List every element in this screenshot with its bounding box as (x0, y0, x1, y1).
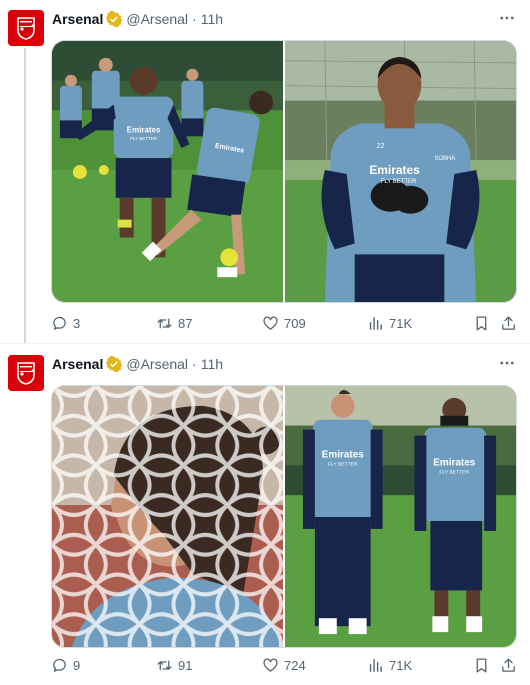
reply-button[interactable]: 3 (51, 313, 80, 333)
reply-icon (53, 658, 66, 672)
media-grid: Emirates FLY BETTER Emirates FLY BETTER (51, 385, 517, 648)
bookmark-icon (476, 657, 487, 673)
verified-badge-icon (106, 356, 123, 372)
verified-badge-icon (106, 11, 123, 27)
action-bar: 9 91 724 71K (51, 655, 521, 675)
bookmark-icon (476, 315, 487, 331)
reply-button[interactable]: 9 (51, 655, 80, 675)
svg-text:FLY BETTER: FLY BETTER (439, 469, 469, 475)
jersey-sponsor: Emirates (127, 125, 161, 134)
like-count: 724 (284, 657, 306, 673)
bookmark-button[interactable] (473, 655, 490, 675)
views-icon (369, 316, 382, 330)
jersey-sponsor: Emirates (369, 163, 420, 177)
photo-two-players[interactable]: Emirates FLY BETTER Emirates FLY BETTER (283, 386, 516, 647)
action-bar: 3 87 709 71K (51, 313, 521, 333)
views-icon (369, 658, 382, 672)
avatar[interactable] (8, 355, 44, 391)
tweet[interactable]: Arsenal @Arsenal · 11h Emirates FLY BETT… (0, 345, 530, 685)
avatar[interactable] (8, 10, 44, 46)
author-handle[interactable]: @Arsenal (126, 356, 188, 372)
more-icon[interactable] (498, 354, 516, 372)
repost-button[interactable]: 91 (156, 655, 192, 675)
sleeve-sponsor: SOBHA (434, 156, 455, 162)
view-count: 71K (389, 657, 413, 673)
author-name[interactable]: Arsenal (52, 356, 103, 372)
share-icon (502, 315, 515, 330)
timestamp[interactable]: 11h (201, 11, 223, 27)
repost-button[interactable]: 87 (156, 313, 192, 333)
tweet-header: Arsenal @Arsenal · 11h (52, 9, 223, 29)
timestamp[interactable]: 11h (201, 356, 223, 372)
photo-training-group[interactable]: Emirates FLY BETTER Emirates (52, 41, 283, 302)
separator-dot: · (192, 356, 197, 372)
like-count: 709 (284, 315, 306, 331)
reply-count: 9 (73, 657, 81, 673)
more-icon[interactable] (498, 9, 516, 27)
views-button[interactable]: 71K (367, 313, 412, 333)
photo-player-behind-net[interactable] (52, 386, 283, 647)
author-name[interactable]: Arsenal (52, 11, 103, 27)
bookmark-button[interactable] (473, 313, 490, 333)
separator-dot: · (192, 11, 197, 27)
arsenal-crest-icon (8, 10, 44, 46)
photo-player-portrait[interactable]: Emirates FLY BETTER 22 SOBHA (283, 41, 516, 302)
author-handle[interactable]: @Arsenal (126, 11, 188, 27)
view-count: 71K (389, 315, 413, 331)
reply-icon (53, 316, 66, 330)
like-button[interactable]: 709 (262, 313, 306, 333)
retweet-icon (157, 318, 172, 328)
arsenal-crest-icon (8, 355, 44, 391)
jersey-sponsor-sub: FLY BETTER (381, 179, 417, 185)
svg-text:Emirates: Emirates (433, 457, 476, 468)
share-icon (502, 657, 515, 672)
repost-count: 91 (178, 657, 193, 673)
repost-count: 87 (178, 315, 193, 331)
like-icon (263, 316, 278, 330)
jersey-sponsor-sub: FLY BETTER (328, 461, 358, 467)
share-button[interactable] (500, 655, 517, 675)
jersey-sponsor-sub: FLY BETTER (130, 136, 157, 141)
tweet-divider (0, 343, 530, 344)
tweet-header: Arsenal @Arsenal · 11h (52, 354, 223, 374)
views-button[interactable]: 71K (367, 655, 412, 675)
jersey-number: 22 (377, 143, 385, 150)
jersey-sponsor: Emirates (322, 449, 365, 460)
thread-line (24, 48, 26, 344)
share-button[interactable] (500, 313, 517, 333)
reply-count: 3 (73, 315, 81, 331)
like-icon (263, 658, 278, 672)
like-button[interactable]: 724 (262, 655, 306, 675)
retweet-icon (157, 660, 172, 670)
media-grid: Emirates FLY BETTER Emirates Emirates FL… (51, 40, 517, 303)
tweet[interactable]: Arsenal @Arsenal · 11h Emirates FLY BETT… (0, 0, 530, 345)
